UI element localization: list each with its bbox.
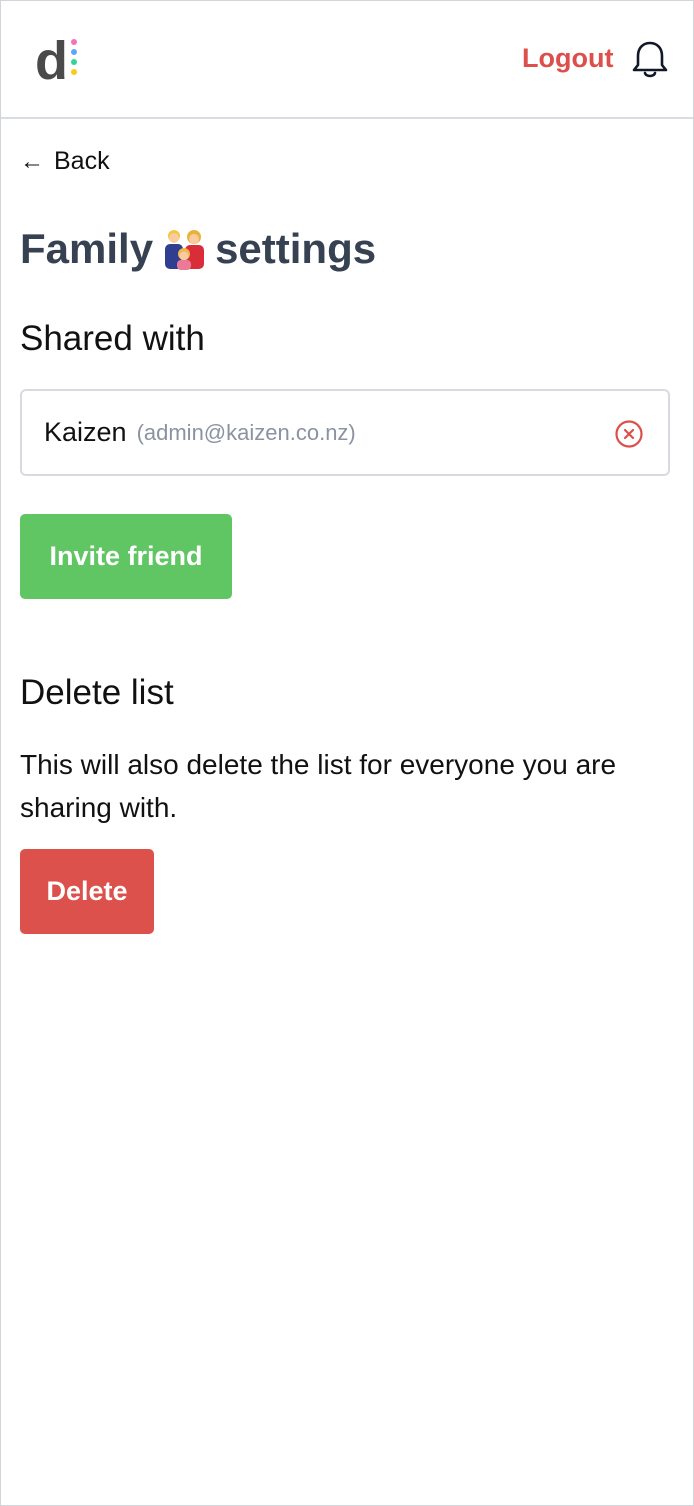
logo-letter: d [35, 35, 68, 85]
shared-with-heading: Shared with [20, 319, 205, 358]
member-email: (admin@kaizen.co.nz) [136, 419, 356, 445]
app-logo[interactable]: d [35, 35, 83, 85]
shared-member-row: Kaizen (admin@kaizen.co.nz) [20, 389, 670, 476]
remove-circle-icon[interactable] [614, 419, 644, 449]
family-emoji-icon [165, 230, 205, 270]
logo-dot-green [71, 59, 77, 65]
title-text-settings: settings [215, 225, 377, 272]
title-text-family: Family [20, 225, 154, 272]
bell-icon[interactable] [631, 39, 669, 81]
delete-description: This will also delete the list for every… [20, 749, 617, 823]
logo-dot-yellow [71, 69, 77, 75]
top-bar: d Logout [1, 1, 693, 119]
logo-dot-pink [71, 39, 77, 45]
delete-list-button[interactable]: Delete [20, 849, 154, 934]
member-name: Kaizen [44, 417, 127, 447]
logout-link[interactable]: Logout [522, 43, 613, 74]
logo-dot-blue [71, 49, 77, 55]
delete-list-heading: Delete list [20, 673, 174, 712]
settings-page: d Logout ← Back Family settings Shared w… [0, 0, 694, 1506]
page-title: Family settings [20, 225, 376, 273]
back-arrow-icon: ← [20, 147, 44, 175]
back-label: Back [54, 147, 110, 175]
invite-friend-button[interactable]: Invite friend [20, 514, 232, 599]
back-link[interactable]: ← Back [20, 147, 110, 176]
